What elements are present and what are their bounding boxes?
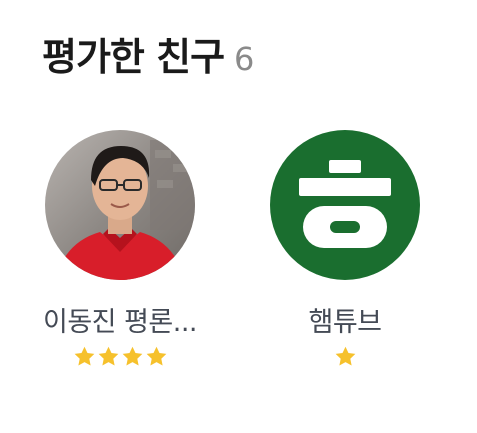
rating-stars bbox=[334, 345, 357, 368]
avatar[interactable] bbox=[270, 130, 420, 280]
rating-stars bbox=[73, 345, 168, 368]
section-header: 평가한 친구 6 bbox=[42, 26, 254, 81]
friend-name[interactable]: 햄튜브 bbox=[308, 300, 381, 339]
hieut-logo-icon bbox=[270, 130, 420, 280]
star-icon bbox=[146, 346, 166, 366]
star-icon bbox=[122, 346, 142, 366]
star-icon bbox=[98, 346, 118, 366]
star-icon bbox=[335, 346, 355, 366]
friend-card[interactable]: 햄튜브 bbox=[245, 130, 445, 368]
friend-count: 6 bbox=[234, 40, 255, 78]
section-title: 평가한 친구 bbox=[42, 35, 225, 79]
avatar[interactable] bbox=[45, 130, 195, 280]
person-avatar-icon bbox=[45, 130, 195, 280]
friend-card[interactable]: 이동진 평론... bbox=[20, 130, 220, 368]
friend-name[interactable]: 이동진 평론... bbox=[43, 300, 197, 339]
star-icon bbox=[74, 346, 94, 366]
